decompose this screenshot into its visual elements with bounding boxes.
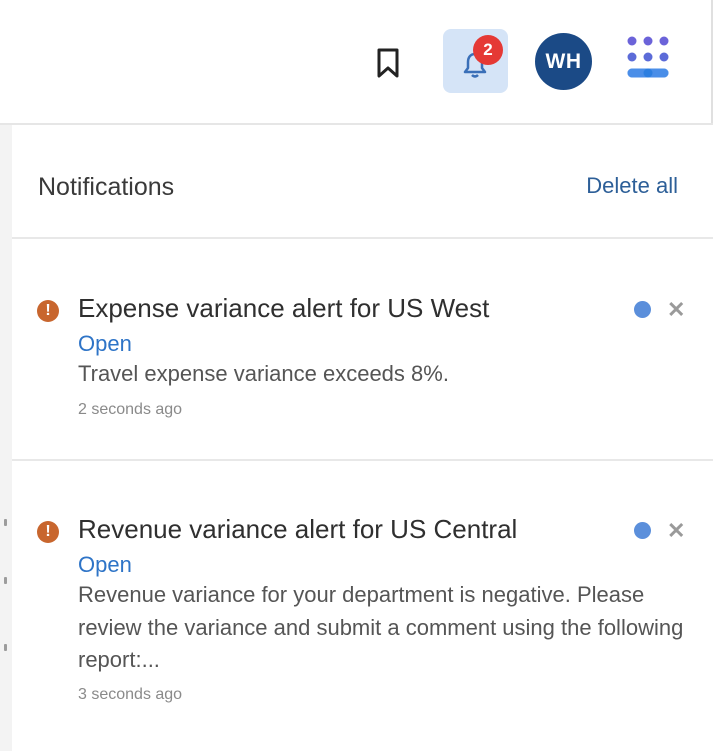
close-icon[interactable]: ✕	[667, 520, 685, 542]
close-icon[interactable]: ✕	[667, 299, 685, 321]
apps-menu-button[interactable]	[624, 33, 680, 89]
open-link[interactable]: Open	[78, 331, 132, 357]
notification-title: Expense variance alert for US West	[78, 293, 490, 323]
notification-body: Travel expense variance exceeds 8%.	[78, 361, 449, 386]
apps-grid-icon	[627, 36, 669, 78]
open-link[interactable]: Open	[78, 552, 132, 578]
unread-indicator[interactable]	[634, 301, 651, 318]
alert-icon: !	[37, 521, 59, 543]
notifications-panel: Notifications Delete all ! Expense varia…	[12, 125, 713, 751]
unread-indicator[interactable]	[634, 522, 651, 539]
notification-count-badge: 2	[473, 35, 503, 65]
background-mark	[4, 577, 7, 584]
bookmark-icon	[377, 48, 399, 78]
notification-time: 2 seconds ago	[78, 401, 183, 418]
notification-body: Revenue variance for your department is …	[78, 582, 684, 672]
background-page-strip	[0, 124, 12, 751]
background-mark	[4, 519, 7, 526]
background-mark	[4, 644, 7, 651]
delete-all-button[interactable]: Delete all	[586, 173, 678, 199]
notification-time: 3 seconds ago	[78, 686, 183, 703]
panel-title: Notifications	[38, 173, 175, 201]
top-bar: 2 WH	[0, 0, 713, 125]
notification-item[interactable]: ! Revenue variance alert for US Central …	[12, 461, 713, 751]
notification-title: Revenue variance alert for US Central	[78, 514, 518, 544]
panel-header: Notifications Delete all	[12, 125, 713, 239]
alert-icon: !	[37, 300, 59, 322]
notification-item[interactable]: ! Expense variance alert for US West ✕ O…	[12, 239, 713, 461]
bookmark-button[interactable]	[365, 40, 411, 86]
user-avatar[interactable]: WH	[535, 33, 592, 90]
notifications-button[interactable]: 2	[443, 29, 508, 93]
